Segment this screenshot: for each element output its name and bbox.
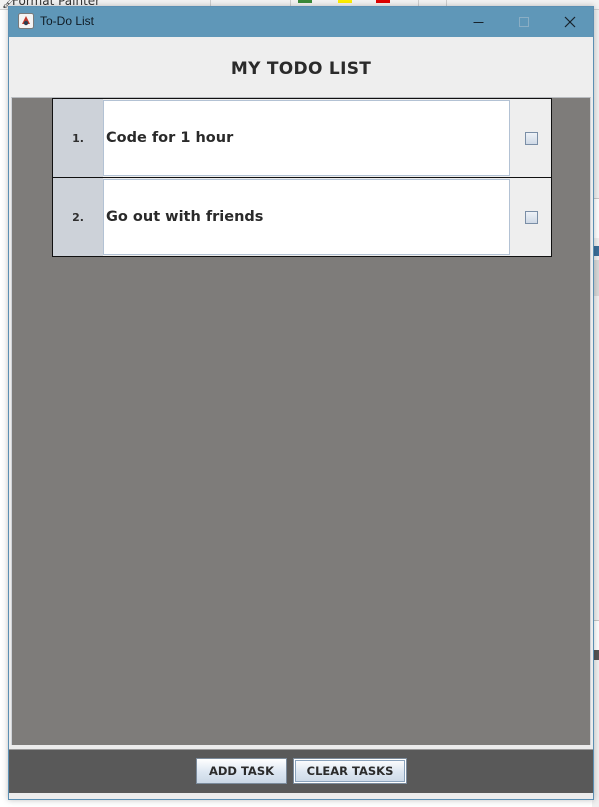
maximize-button[interactable] — [501, 7, 547, 37]
color-swatch-yellow — [338, 0, 352, 3]
task-list-area[interactable]: 1. Code for 1 hour 2. Go out with friend… — [11, 97, 591, 745]
task-done-checkbox[interactable] — [524, 210, 538, 224]
task-checkbox-cell — [511, 178, 551, 256]
close-button[interactable] — [547, 7, 593, 37]
minimize-button[interactable] — [455, 7, 501, 37]
minimize-icon — [473, 21, 483, 23]
add-task-button[interactable]: ADD TASK — [196, 758, 287, 784]
task-done-checkbox[interactable] — [524, 131, 538, 145]
color-swatch-green — [298, 0, 312, 3]
java-app-icon — [18, 13, 34, 29]
task-row: 2. Go out with friends — [52, 177, 552, 257]
button-bar: ADD TASK CLEAR TASKS — [9, 749, 593, 793]
maximize-icon — [519, 17, 529, 27]
window-title: To-Do List — [40, 14, 95, 28]
task-text-field[interactable]: Go out with friends — [103, 179, 510, 255]
header-panel: MY TODO LIST — [9, 37, 593, 97]
task-checkbox-cell — [511, 99, 551, 177]
close-icon — [564, 16, 576, 28]
task-list: 1. Code for 1 hour 2. Go out with friend… — [52, 98, 552, 257]
task-text-field[interactable]: Code for 1 hour — [103, 100, 510, 176]
task-row: 1. Code for 1 hour — [52, 98, 552, 178]
task-number: 2. — [53, 178, 103, 256]
page-title: MY TODO LIST — [230, 59, 372, 79]
clear-tasks-button[interactable]: CLEAR TASKS — [293, 758, 407, 784]
color-swatch-red — [376, 0, 390, 3]
title-bar[interactable]: To-Do List — [9, 7, 593, 37]
task-number: 1. — [53, 99, 103, 177]
todo-window: To-Do List MY TODO LIST 1. Code for 1 ho… — [8, 6, 594, 800]
